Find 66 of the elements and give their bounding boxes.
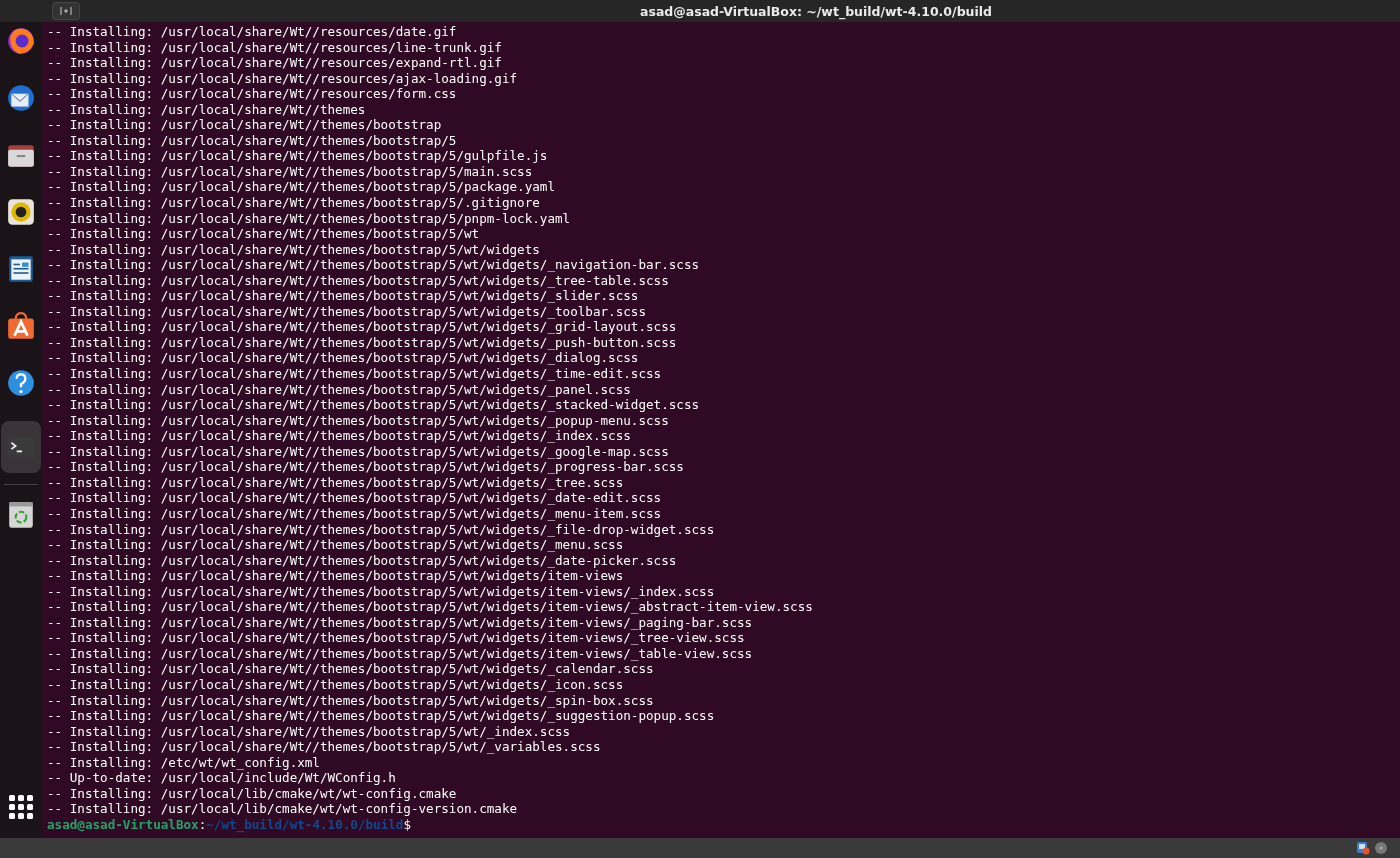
output-line: -- Installing: /usr/local/share/Wt//resources/date.gif bbox=[47, 24, 457, 40]
output-line: -- Installing: /usr/local/share/Wt//resources/form.css bbox=[47, 86, 457, 102]
prompt-path: ~/wt_build/wt-4.10.0/build bbox=[206, 816, 404, 832]
output-line: -- Installing: /usr/local/share/Wt//themes/bootstrap/5/wt/widgets/_stacked-widget.scss bbox=[47, 397, 700, 413]
output-line: -- Installing: /usr/local/share/Wt//themes/bootstrap/5/wt/widgets/_icon.scss bbox=[47, 676, 624, 693]
output-line: -- Installing: /usr/local/share/Wt//themes/bootstrap/5/wt bbox=[47, 226, 480, 242]
output-line: -- Up-to-date: /usr/local/include/Wt/WConfig.h bbox=[47, 770, 396, 786]
prompt-separator: : bbox=[198, 816, 207, 832]
output-line: -- Installing: /usr/local/share/Wt//themes/bootstrap/5/wt/widgets/_progress-bar.scss bbox=[47, 459, 684, 475]
output-line: -- Installing: /usr/local/share/Wt//themes/bootstrap/5/package.yaml bbox=[47, 179, 555, 195]
output-line: -- Installing: /usr/local/share/Wt//themes/bootstrap/5/pnpm-lock.yaml bbox=[47, 210, 571, 227]
output-line: -- Installing: /usr/local/share/Wt//themes/bootstrap/5/wt/widgets/_suggestion-popup.scss bbox=[47, 708, 715, 724]
output-line: -- Installing: /usr/local/share/Wt//themes/bootstrap/5/.gitignore bbox=[47, 195, 540, 211]
output-line: -- Installing: /etc/wt/wt_config.xml bbox=[47, 754, 320, 771]
trash-icon bbox=[6, 500, 36, 530]
output-line: -- Installing: /usr/local/share/Wt//themes/bootstrap/5/wt/widgets/_calendar.scss bbox=[47, 661, 654, 677]
output-line: -- Installing: /usr/local/share/Wt//themes/bootstrap/5/wt/widgets/_grid-layout.scss bbox=[47, 319, 677, 335]
output-line: -- Installing: /usr/local/share/Wt//themes/bootstrap/5/wt/widgets/item-views/_tree-view.scss bbox=[47, 630, 745, 646]
output-line: -- Installing: /usr/local/share/Wt//themes/bootstrap/5/wt/widgets/_menu.scss bbox=[47, 537, 624, 553]
output-line: -- Installing: /usr/local/share/Wt//themes/bootstrap/5/wt/widgets/_popup-menu.scss bbox=[47, 412, 669, 429]
document-icon bbox=[6, 254, 36, 284]
output-line: -- Installing: /usr/local/share/Wt//themes/bootstrap/5/wt/widgets/item-views/_index.scss bbox=[47, 583, 715, 600]
output-line: -- Installing: /usr/local/share/Wt//themes/bootstrap/5/main.scss bbox=[47, 163, 533, 180]
output-line: -- Installing: /usr/local/share/Wt//themes/bootstrap/5/wt/_index.scss bbox=[47, 723, 571, 740]
output-line: -- Installing: /usr/local/share/Wt//themes/bootstrap/5 bbox=[47, 132, 457, 149]
output-line: -- Installing: /usr/local/share/Wt//themes/bootstrap/5/wt/widgets/item-views/_abstract-item-view.scss bbox=[47, 599, 813, 615]
output-line: -- Installing: /usr/local/share/Wt//themes/bootstrap/5/wt/widgets/_date-edit.scss bbox=[47, 490, 662, 506]
output-line: -- Installing: /usr/local/share/Wt//themes/bootstrap/5/wt/widgets/_dialog.scss bbox=[47, 350, 639, 367]
output-line: -- Installing: /usr/local/share/Wt//themes/bootstrap/5/wt/widgets/_index.scss bbox=[47, 428, 631, 444]
output-line: -- Installing: /usr/local/share/Wt//themes/bootstrap/5/gulpfile.js bbox=[47, 148, 548, 164]
prompt-user: asad@asad-VirtualBox bbox=[47, 816, 199, 832]
output-line: -- Installing: /usr/local/share/Wt//themes/bootstrap/5/wt/widgets/_slider.scss bbox=[47, 288, 639, 304]
output-line: -- Installing: /usr/local/share/Wt//resources/ajax-loading.gif bbox=[47, 70, 518, 87]
output-line: -- Installing: /usr/local/share/Wt//themes/bootstrap/5/wt/widgets/_spin-box.scss bbox=[47, 692, 654, 709]
new-tab-button[interactable] bbox=[52, 2, 80, 20]
output-line: -- Installing: /usr/local/share/Wt//themes/bootstrap/5/wt/widgets/_panel.scss bbox=[47, 381, 631, 398]
output-line: -- Installing: /usr/local/lib/cmake/wt/wt-config.cmake bbox=[47, 785, 457, 802]
window-title: asad@asad-VirtualBox: ~/wt_build/wt-4.10.0/build bbox=[640, 3, 992, 19]
disc-icon[interactable] bbox=[1374, 841, 1388, 855]
network-icon[interactable] bbox=[1356, 841, 1370, 855]
output-line: -- Installing: /usr/local/share/Wt//themes/bootstrap/5/wt/widgets/_tree-table.scss bbox=[47, 272, 669, 289]
grid-icon bbox=[8, 794, 34, 820]
output-line: -- Installing: /usr/local/share/Wt//themes/bootstrap/5/wt/widgets/item-views bbox=[47, 568, 624, 584]
prompt-symbol: $ bbox=[403, 816, 411, 832]
question-mark-icon bbox=[6, 368, 36, 398]
output-line: -- Installing: /usr/local/share/Wt//themes/bootstrap/5/wt/widgets/item-views/_table-view.scss bbox=[47, 645, 753, 662]
output-line: -- Installing: /usr/local/share/Wt//resources/line-trunk.gif bbox=[47, 39, 502, 56]
output-line: -- Installing: /usr/local/share/Wt//themes bbox=[47, 101, 366, 118]
output-line: -- Installing: /usr/local/share/Wt//themes/bootstrap/5/wt/widgets/_toolbar.scss bbox=[47, 303, 646, 320]
output-line: -- Installing: /usr/local/share/Wt//themes/bootstrap/5/wt/widgets/_push-button.scss bbox=[47, 334, 677, 351]
output-line: -- Installing: /usr/local/share/Wt//themes/bootstrap/5/wt/widgets/_time-edit.scss bbox=[47, 366, 662, 382]
output-line: -- Installing: /usr/local/share/Wt//themes/bootstrap/5/wt/widgets/_file-drop-widget.scss bbox=[47, 521, 715, 538]
output-line: -- Installing: /usr/local/share/Wt//themes/bootstrap/5/wt/_variables.scss bbox=[47, 739, 601, 755]
output-line: -- Installing: /usr/local/share/Wt//resources/expand-rtl.gif bbox=[47, 55, 502, 71]
output-line: -- Installing: /usr/local/lib/cmake/wt/wt-config-version.cmake bbox=[47, 801, 518, 817]
tab-plus-icon bbox=[60, 6, 72, 16]
output-line: -- Installing: /usr/local/share/Wt//themes/bootstrap/5/wt/widgets/_date-picker.scss bbox=[47, 552, 677, 569]
output-line: -- Installing: /usr/local/share/Wt//themes/bootstrap bbox=[47, 117, 442, 133]
output-line: -- Installing: /usr/local/share/Wt//themes/bootstrap/5/wt/widgets bbox=[47, 241, 540, 258]
output-line: -- Installing: /usr/local/share/Wt//themes/bootstrap/5/wt/widgets/_tree.scss bbox=[47, 474, 624, 491]
output-line: -- Installing: /usr/local/share/Wt//themes/bootstrap/5/wt/widgets/item-views/_paging-bar.scss bbox=[47, 614, 753, 631]
output-line: -- Installing: /usr/local/share/Wt//themes/bootstrap/5/wt/widgets/_navigation-bar.scss bbox=[47, 257, 700, 273]
speaker-icon bbox=[6, 197, 36, 227]
output-line: -- Installing: /usr/local/share/Wt//themes/bootstrap/5/wt/widgets/_menu-item.scss bbox=[47, 505, 662, 522]
output-line: -- Installing: /usr/local/share/Wt//themes/bootstrap/5/wt/widgets/_google-map.scss bbox=[47, 443, 669, 460]
shopping-bag-icon bbox=[6, 311, 36, 341]
